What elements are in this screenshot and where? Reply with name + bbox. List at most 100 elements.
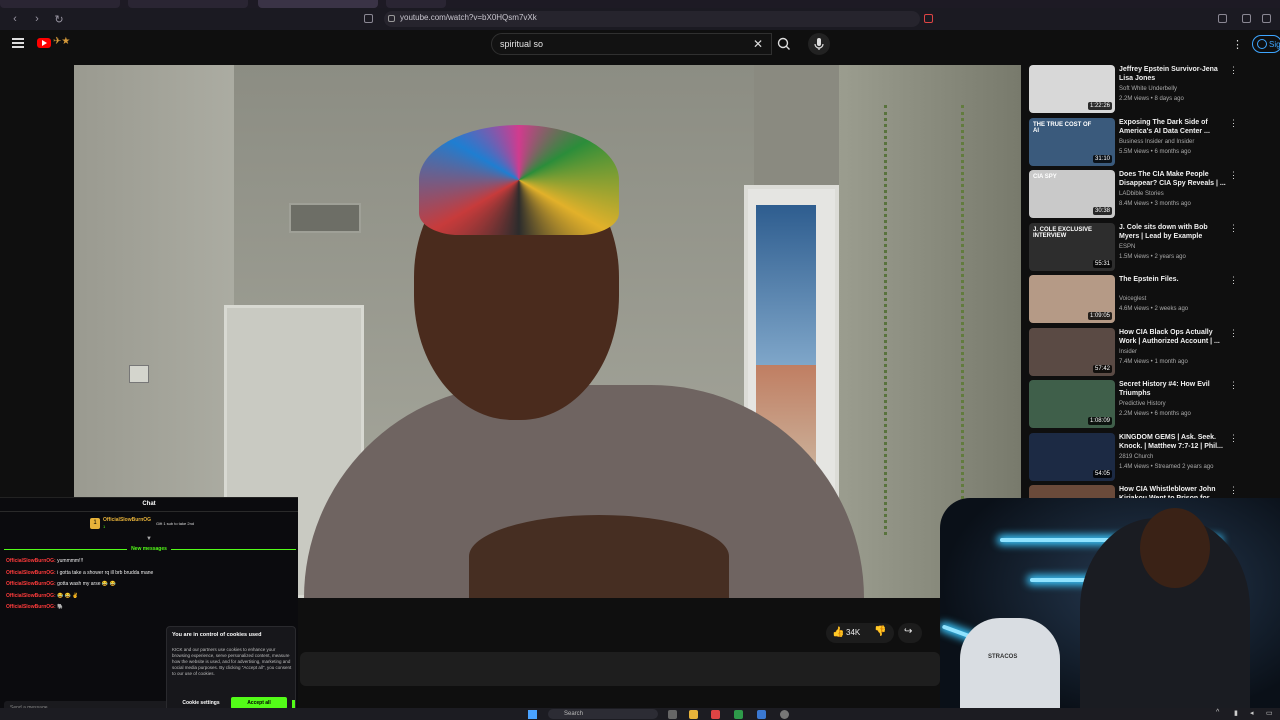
chat-message: OfficialSlowBurnOG: gotta wash my arse 😂… xyxy=(6,581,116,587)
video-more-icon[interactable]: ⋮ xyxy=(1229,223,1238,234)
chat-username[interactable]: OfficialSlowBurnOG: xyxy=(6,604,56,610)
video-thumbnail[interactable]: 57:42 xyxy=(1029,327,1115,376)
sign-in-button[interactable]: Sig xyxy=(1252,35,1280,53)
video-thumbnail[interactable]: 54:05 xyxy=(1029,432,1115,481)
search-button[interactable] xyxy=(772,33,796,55)
video-title[interactable]: Secret History #4: How Evil Triumphs xyxy=(1119,380,1227,398)
video-channel[interactable]: Insider xyxy=(1119,349,1137,355)
voice-search-button[interactable] xyxy=(808,33,830,55)
back-icon[interactable]: ‹ xyxy=(8,12,22,26)
settings-more-icon[interactable]: ⋮ xyxy=(1232,38,1243,51)
recommended-video-item[interactable]: J. COLE EXCLUSIVE INTERVIEW 55:31 J. Cole … xyxy=(1029,222,1239,271)
volume-icon[interactable]: ◂ xyxy=(1250,709,1254,717)
browser-app-icon[interactable] xyxy=(711,710,720,719)
video-title[interactable]: How CIA Black Ops Actually Work | Author… xyxy=(1119,328,1227,346)
video-channel[interactable]: Predictive History xyxy=(1119,401,1166,407)
gift-sub-text: Gift 1 sub to take 2nd xyxy=(156,521,195,526)
video-thumbnail[interactable]: 1:09:05 xyxy=(1029,275,1115,323)
video-thumbnail[interactable]: 1:08:09 xyxy=(1029,380,1115,428)
windows-start-icon[interactable] xyxy=(528,710,537,719)
downloads-icon[interactable] xyxy=(1262,14,1271,23)
video-more-icon[interactable]: ⋮ xyxy=(1229,328,1238,339)
browser-tab[interactable] xyxy=(0,0,120,8)
video-description[interactable] xyxy=(300,652,940,686)
recommended-video-item[interactable]: 1:08:09 Secret History #4: How Evil Trium… xyxy=(1029,380,1239,428)
thumbnail-text: THE TRUE COST OF AI xyxy=(1033,121,1092,134)
video-channel[interactable]: Soft White Underbelly xyxy=(1119,86,1177,92)
video-channel[interactable]: Business Insider and Insider xyxy=(1119,139,1194,145)
recommended-video-item[interactable]: 1:22:26 Jeffrey Epstein Survivor-Jena Lis… xyxy=(1029,65,1239,113)
video-thumbnail[interactable]: THE TRUE COST OF AI 31:10 xyxy=(1029,117,1115,166)
video-channel[interactable]: ESPN xyxy=(1119,244,1135,250)
video-more-icon[interactable]: ⋮ xyxy=(1229,170,1238,181)
chat-username[interactable]: OfficialSlowBurnOG: xyxy=(6,581,56,587)
collapse-arrow-icon[interactable]: ▼ xyxy=(146,536,152,542)
search-input[interactable]: spiritual so ✕ xyxy=(491,33,772,55)
doodle-icon[interactable]: ✈★ xyxy=(53,36,81,50)
share-icon: ↪ xyxy=(904,626,913,637)
xbox-icon[interactable] xyxy=(734,710,743,719)
file-explorer-icon[interactable] xyxy=(689,710,698,719)
forward-icon[interactable]: › xyxy=(30,12,44,26)
video-duration: 1:22:26 xyxy=(1087,102,1112,110)
video-title[interactable]: Exposing The Dark Side of America's AI D… xyxy=(1119,118,1227,136)
video-channel[interactable]: 2819 Church xyxy=(1119,454,1153,460)
video-more-icon[interactable]: ⋮ xyxy=(1229,65,1238,76)
like-button[interactable]: 👍 34K xyxy=(826,623,866,643)
video-thumbnail[interactable]: J. COLE EXCLUSIVE INTERVIEW 55:31 xyxy=(1029,222,1115,271)
video-thumbnail[interactable]: CIA SPY 30:38 xyxy=(1029,170,1115,218)
new-messages-label: New messages xyxy=(0,546,298,552)
chat-text: yummmm!!! xyxy=(57,558,84,564)
video-title[interactable]: KINGDOM GEMS | Ask. Seek. Knock. | Matth… xyxy=(1119,433,1227,451)
video-title[interactable]: Does The CIA Make People Disappear? CIA … xyxy=(1119,170,1227,188)
taskbar-search[interactable]: Search xyxy=(548,709,658,719)
site-info-icon[interactable] xyxy=(388,15,395,22)
hamburger-menu-icon[interactable] xyxy=(12,38,24,48)
video-channel[interactable]: LADbible Stories xyxy=(1119,191,1164,197)
recommended-video-item[interactable]: CIA SPY 30:38 Does The CIA Make People Dis… xyxy=(1029,170,1239,218)
task-view-icon[interactable] xyxy=(668,710,677,719)
video-duration: 54:05 xyxy=(1092,469,1112,478)
recommended-video-item[interactable]: 1:09:05 The Epstein Files. Voiceglest 4.6M … xyxy=(1029,275,1239,323)
battery-icon[interactable]: ▭ xyxy=(1266,709,1273,717)
browser-tab[interactable] xyxy=(128,0,248,8)
video-title[interactable]: The Epstein Files. xyxy=(1119,275,1227,284)
video-more-icon[interactable]: ⋮ xyxy=(1229,275,1238,286)
clear-search-icon[interactable]: ✕ xyxy=(753,37,763,51)
video-frame-light-switch xyxy=(129,365,149,383)
sidebar-toggle-icon[interactable] xyxy=(1218,14,1227,23)
media-icon[interactable] xyxy=(1242,14,1251,23)
chat-username[interactable]: OfficialSlowBurnOG: xyxy=(6,570,56,576)
extension-icon[interactable] xyxy=(924,14,933,23)
store-icon[interactable] xyxy=(757,710,766,719)
browser-tab-strip xyxy=(0,0,1280,8)
video-more-icon[interactable]: ⋮ xyxy=(1229,380,1238,391)
video-channel[interactable]: Voiceglest xyxy=(1119,296,1146,302)
recommended-video-item[interactable]: 57:42 How CIA Black Ops Actually Work | A… xyxy=(1029,327,1239,376)
url-bar[interactable]: youtube.com/watch?v=bX0HQsm7vXk xyxy=(384,11,920,27)
bookmark-icon[interactable] xyxy=(364,14,373,23)
pinned-username[interactable]: OfficialSlowBurnOG xyxy=(103,517,151,523)
dislike-button[interactable]: 👎 xyxy=(866,623,894,643)
reload-icon[interactable]: ↻ xyxy=(52,12,66,26)
browser-tab[interactable] xyxy=(386,0,446,8)
pinned-gift-banner[interactable]: 1 OfficialSlowBurnOG 1 Gift 1 sub to tak… xyxy=(90,516,230,532)
tray-chevron-icon[interactable]: ^ xyxy=(1216,709,1219,716)
youtube-logo[interactable] xyxy=(37,38,51,48)
chat-text: i gotta take a shower rq ill brb brudda … xyxy=(57,569,154,576)
chat-username[interactable]: OfficialSlowBurnOG: xyxy=(6,593,56,599)
share-button[interactable]: ↪ xyxy=(898,623,922,643)
video-title[interactable]: Jeffrey Epstein Survivor-Jena Lisa Jones xyxy=(1119,65,1227,83)
video-more-icon[interactable]: ⋮ xyxy=(1229,485,1238,496)
chat-username[interactable]: OfficialSlowBurnOG: xyxy=(6,558,56,564)
browser-tab-active[interactable] xyxy=(258,0,378,8)
recommended-video-item[interactable]: 54:05 KINGDOM GEMS | Ask. Seek. Knock. | … xyxy=(1029,432,1239,481)
video-thumbnail[interactable]: 1:22:26 xyxy=(1029,65,1115,113)
video-more-icon[interactable]: ⋮ xyxy=(1229,433,1238,444)
browser-toolbar: ‹ › ↻ youtube.com/watch?v=bX0HQsm7vXk xyxy=(0,8,1280,30)
video-title[interactable]: J. Cole sits down with Bob Myers | Lead … xyxy=(1119,223,1227,241)
video-more-icon[interactable]: ⋮ xyxy=(1229,118,1238,129)
settings-gear-icon[interactable] xyxy=(780,710,789,719)
recommended-video-item[interactable]: THE TRUE COST OF AI 31:10 Exposing The Dar… xyxy=(1029,117,1239,166)
network-icon[interactable]: ▮ xyxy=(1234,709,1238,717)
